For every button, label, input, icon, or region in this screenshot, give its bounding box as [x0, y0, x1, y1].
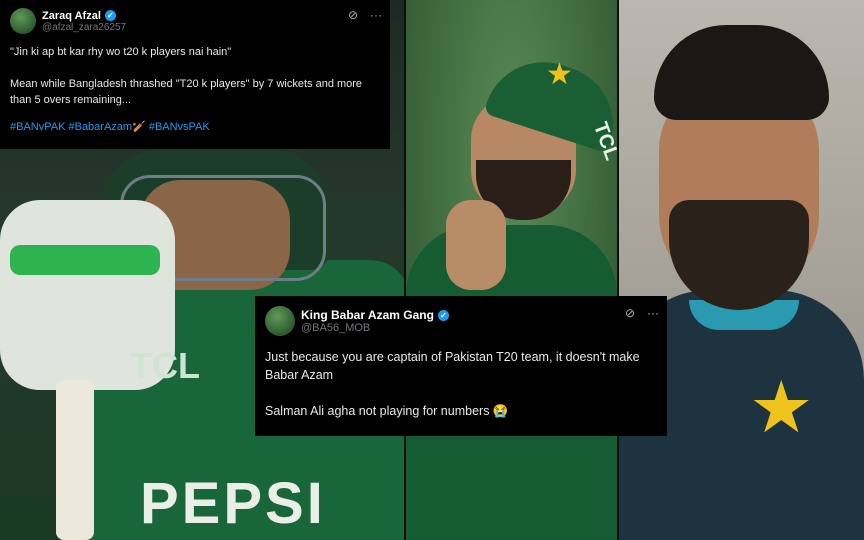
- avatar[interactable]: [265, 306, 295, 336]
- verified-badge-icon: ✓: [437, 309, 449, 321]
- tweet-text: Just because you are captain of Pakistan…: [265, 350, 640, 418]
- glove-stripe: [10, 245, 160, 275]
- tweet-card[interactable]: Zaraq Afzal ✓ @afzal_zara26257 ⊘ ··· "Ji…: [0, 0, 390, 149]
- verified-badge-icon: ✓: [104, 10, 116, 21]
- author-info: Zaraq Afzal ✓ @afzal_zara26257: [42, 10, 126, 33]
- tweet-hashtags[interactable]: #BANvPAK #BabarAzam🏏 #BANvsPAK: [10, 120, 380, 133]
- player-hand: [446, 200, 506, 290]
- tweet-header: Zaraq Afzal ✓ @afzal_zara26257: [10, 8, 380, 34]
- author-info: King Babar Azam Gang ✓ @BA56_MOB: [301, 308, 449, 334]
- jersey-star-icon: ★: [749, 368, 814, 448]
- avatar[interactable]: [10, 8, 36, 34]
- cap-star-icon: ★: [546, 58, 573, 91]
- cricket-bat: [56, 380, 94, 540]
- photo-smiling-player: ★ TCL: [406, 0, 617, 540]
- jersey-tcl-logo: TCL: [130, 345, 200, 386]
- tweet-text: "Jin ki ap bt kar rhy wo t20 k players n…: [10, 46, 363, 106]
- grok-icon[interactable]: ⊘: [348, 8, 358, 22]
- photo-babar-azam: ★: [619, 0, 864, 540]
- player-hair: [654, 25, 829, 120]
- display-name[interactable]: Zaraq Afzal: [42, 10, 101, 22]
- jersey-sponsor-text: PEPSI: [140, 471, 326, 536]
- tweet-tools: ⊘ ···: [348, 8, 382, 22]
- user-handle[interactable]: @BA56_MOB: [301, 322, 449, 334]
- user-handle[interactable]: @afzal_zara26257: [42, 22, 126, 33]
- tweet-header: King Babar Azam Gang ✓ @BA56_MOB: [265, 306, 657, 336]
- display-name[interactable]: King Babar Azam Gang: [301, 308, 434, 322]
- tweet-card[interactable]: King Babar Azam Gang ✓ @BA56_MOB ⊘ ··· J…: [255, 296, 667, 436]
- more-icon[interactable]: ···: [370, 8, 382, 22]
- tweet-tools: ⊘ ···: [625, 306, 659, 320]
- grok-icon[interactable]: ⊘: [625, 306, 635, 320]
- more-icon[interactable]: ···: [647, 306, 659, 320]
